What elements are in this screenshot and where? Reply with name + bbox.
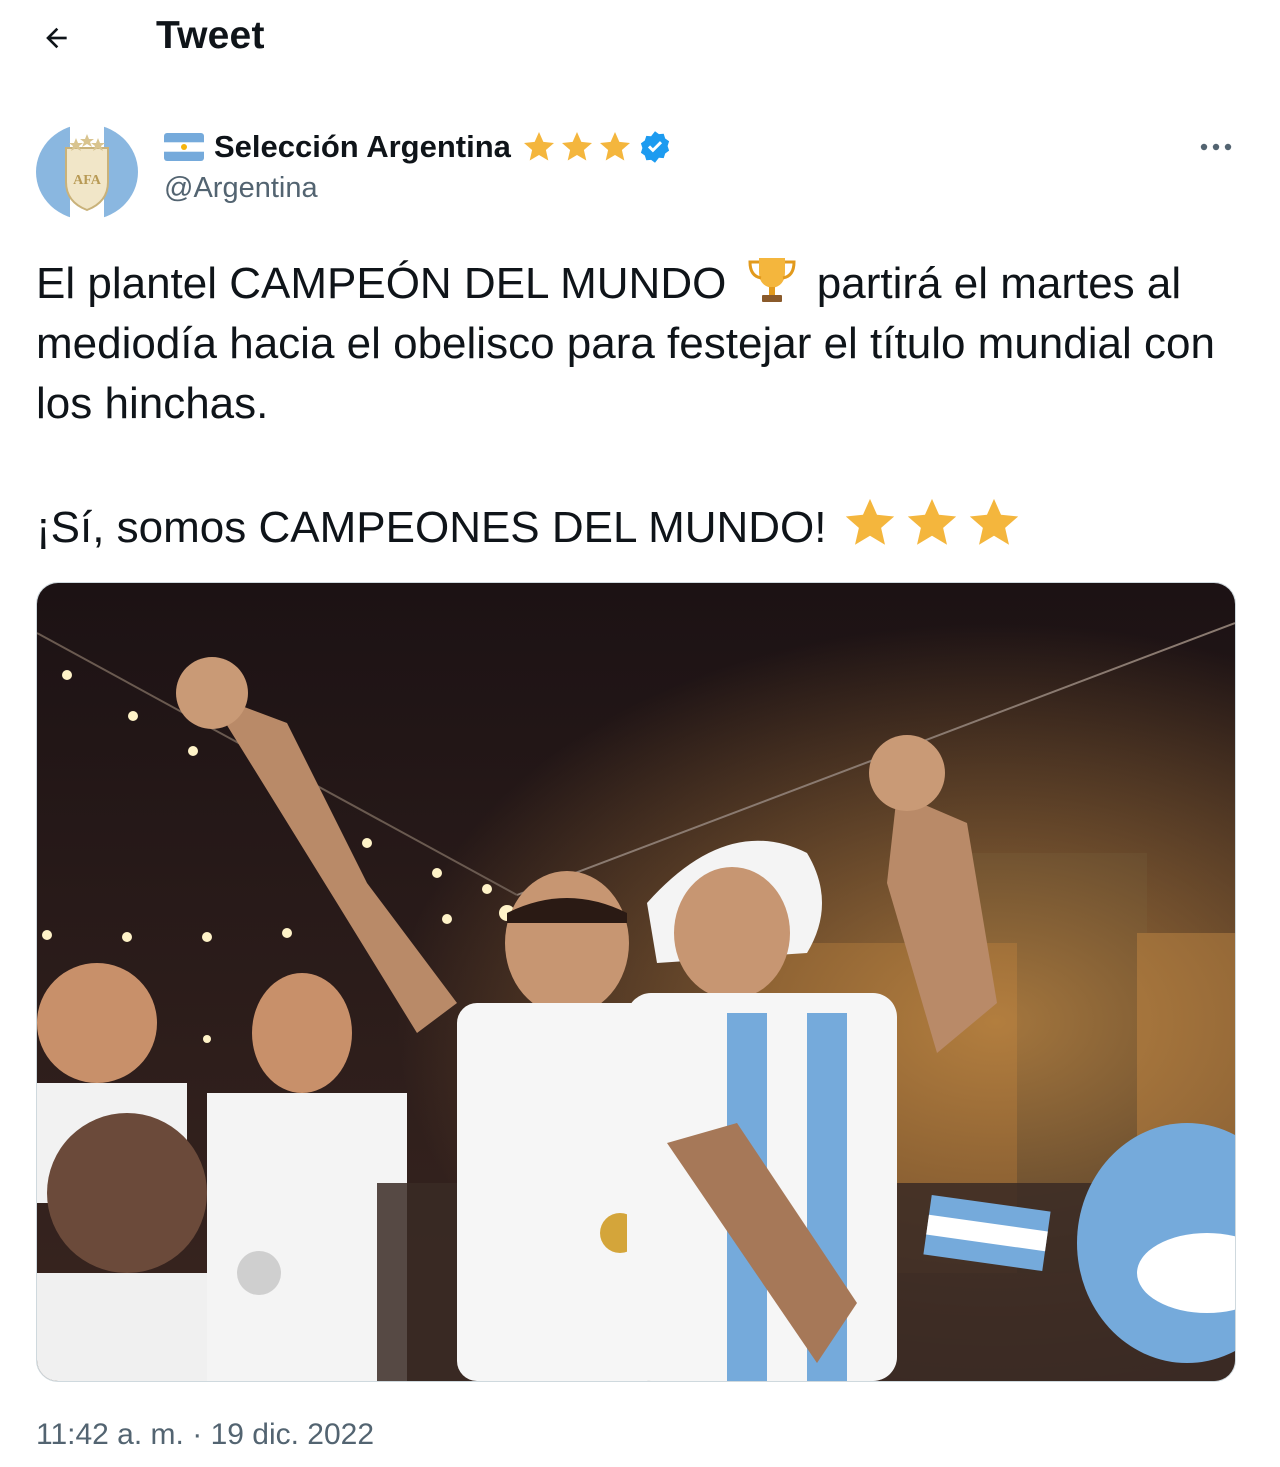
tweet-paragraph-2: ¡Sí, somos CAMPEONES DEL MUNDO! [36,494,1256,568]
tweet-date[interactable]: 19 dic. 2022 [211,1418,374,1451]
timestamp-separator: · [192,1418,203,1451]
tweet-photo[interactable] [36,582,1236,1382]
star-icon [969,498,1018,545]
avatar[interactable]: AFA [36,124,138,220]
author-display-name[interactable]: Selección Argentina [214,129,511,165]
author-handle[interactable]: @Argentina [164,172,318,205]
author-name-row: Selección Argentina [164,124,673,170]
top-bar: Tweet [0,0,1280,78]
star-icon [561,132,592,161]
star-emoji-group [841,494,1027,568]
verified-badge-icon [640,131,669,163]
back-button[interactable] [34,16,82,60]
stars-badge [521,129,635,165]
star-icon [907,498,956,545]
trophy-icon [748,258,796,302]
star-icon [845,498,894,545]
tweet-text: El plantel CAMPEÓN DEL MUNDO partirá el … [36,254,1256,568]
argentina-flag-icon [164,133,204,161]
more-options-button[interactable] [1194,130,1238,164]
svg-text:AFA: AFA [73,173,102,188]
arrow-left-icon [46,27,67,49]
photo-image [37,583,1235,1381]
afa-crest-icon: AFA [36,124,138,220]
page-title: Tweet [156,14,265,57]
more-icon [1200,143,1232,151]
star-icon [599,132,630,161]
star-icon [523,132,554,161]
tweet-timestamp: 11:42 a. m. · 19 dic. 2022 [36,1418,374,1452]
tweet-time[interactable]: 11:42 a. m. [36,1418,184,1451]
tweet-paragraph-1: El plantel CAMPEÓN DEL MUNDO partirá el … [36,254,1256,434]
